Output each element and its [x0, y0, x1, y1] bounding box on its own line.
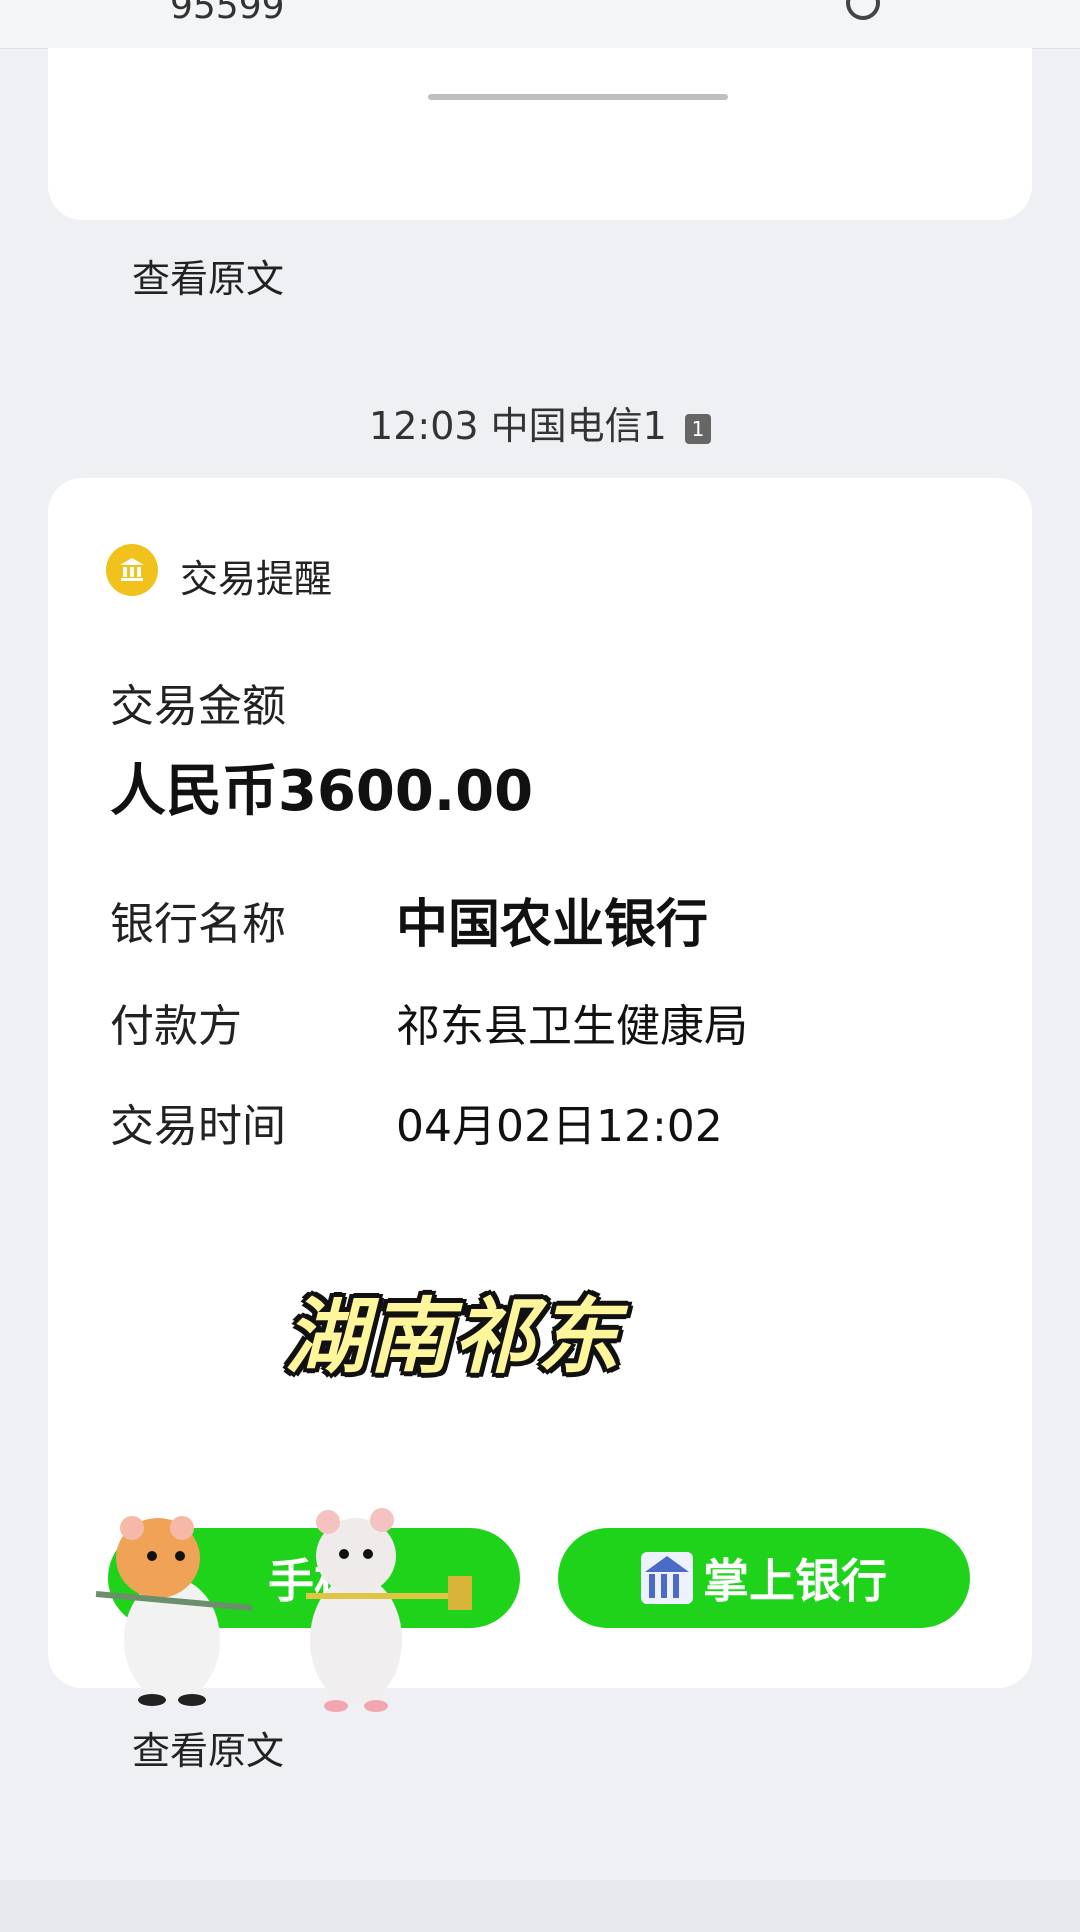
- bottom-bar: [0, 1880, 1080, 1932]
- bank-building-icon: [641, 1552, 693, 1604]
- transaction-time-label: 交易时间: [110, 1101, 286, 1152]
- hamster-sticker-orange: [95, 1516, 252, 1706]
- mobile-bank-button[interactable]: 掌上银行: [558, 1528, 970, 1628]
- amount-value: 人民币3600.00: [110, 759, 534, 824]
- amount-label: 交易金额: [110, 681, 286, 732]
- top-bar: 95599: [0, 0, 1080, 49]
- card-title: 交易提醒: [180, 557, 333, 601]
- sender-number: 95599: [170, 0, 285, 27]
- bank-name-label: 银行名称: [110, 899, 286, 950]
- video-caption: 湖南祁东: [285, 1290, 621, 1385]
- message-timestamp: 12:03 中国电信1 1: [0, 395, 1080, 450]
- view-original-link-1[interactable]: 查看原文: [132, 248, 284, 303]
- payer-value: 祁东县卫生健康局: [396, 1001, 748, 1052]
- hamster-sticker-white: [306, 1508, 472, 1712]
- bank-name-value: 中国农业银行: [396, 895, 709, 955]
- bank-icon: [106, 544, 158, 596]
- message-time: 12:03: [369, 404, 479, 448]
- sim-slot-badge: 1: [684, 413, 711, 444]
- view-original-link-2[interactable]: 查看原文: [132, 1720, 284, 1775]
- transaction-time-value: 04月02日12:02: [396, 1101, 723, 1152]
- refresh-icon[interactable]: [846, 0, 880, 20]
- previous-message-card: [48, 48, 1032, 220]
- payer-label: 付款方: [110, 1001, 242, 1052]
- cropped-text: [428, 94, 728, 100]
- carrier-name: 中国电信1: [490, 404, 667, 448]
- mobile-bank-label: 掌上银行: [703, 1554, 887, 1608]
